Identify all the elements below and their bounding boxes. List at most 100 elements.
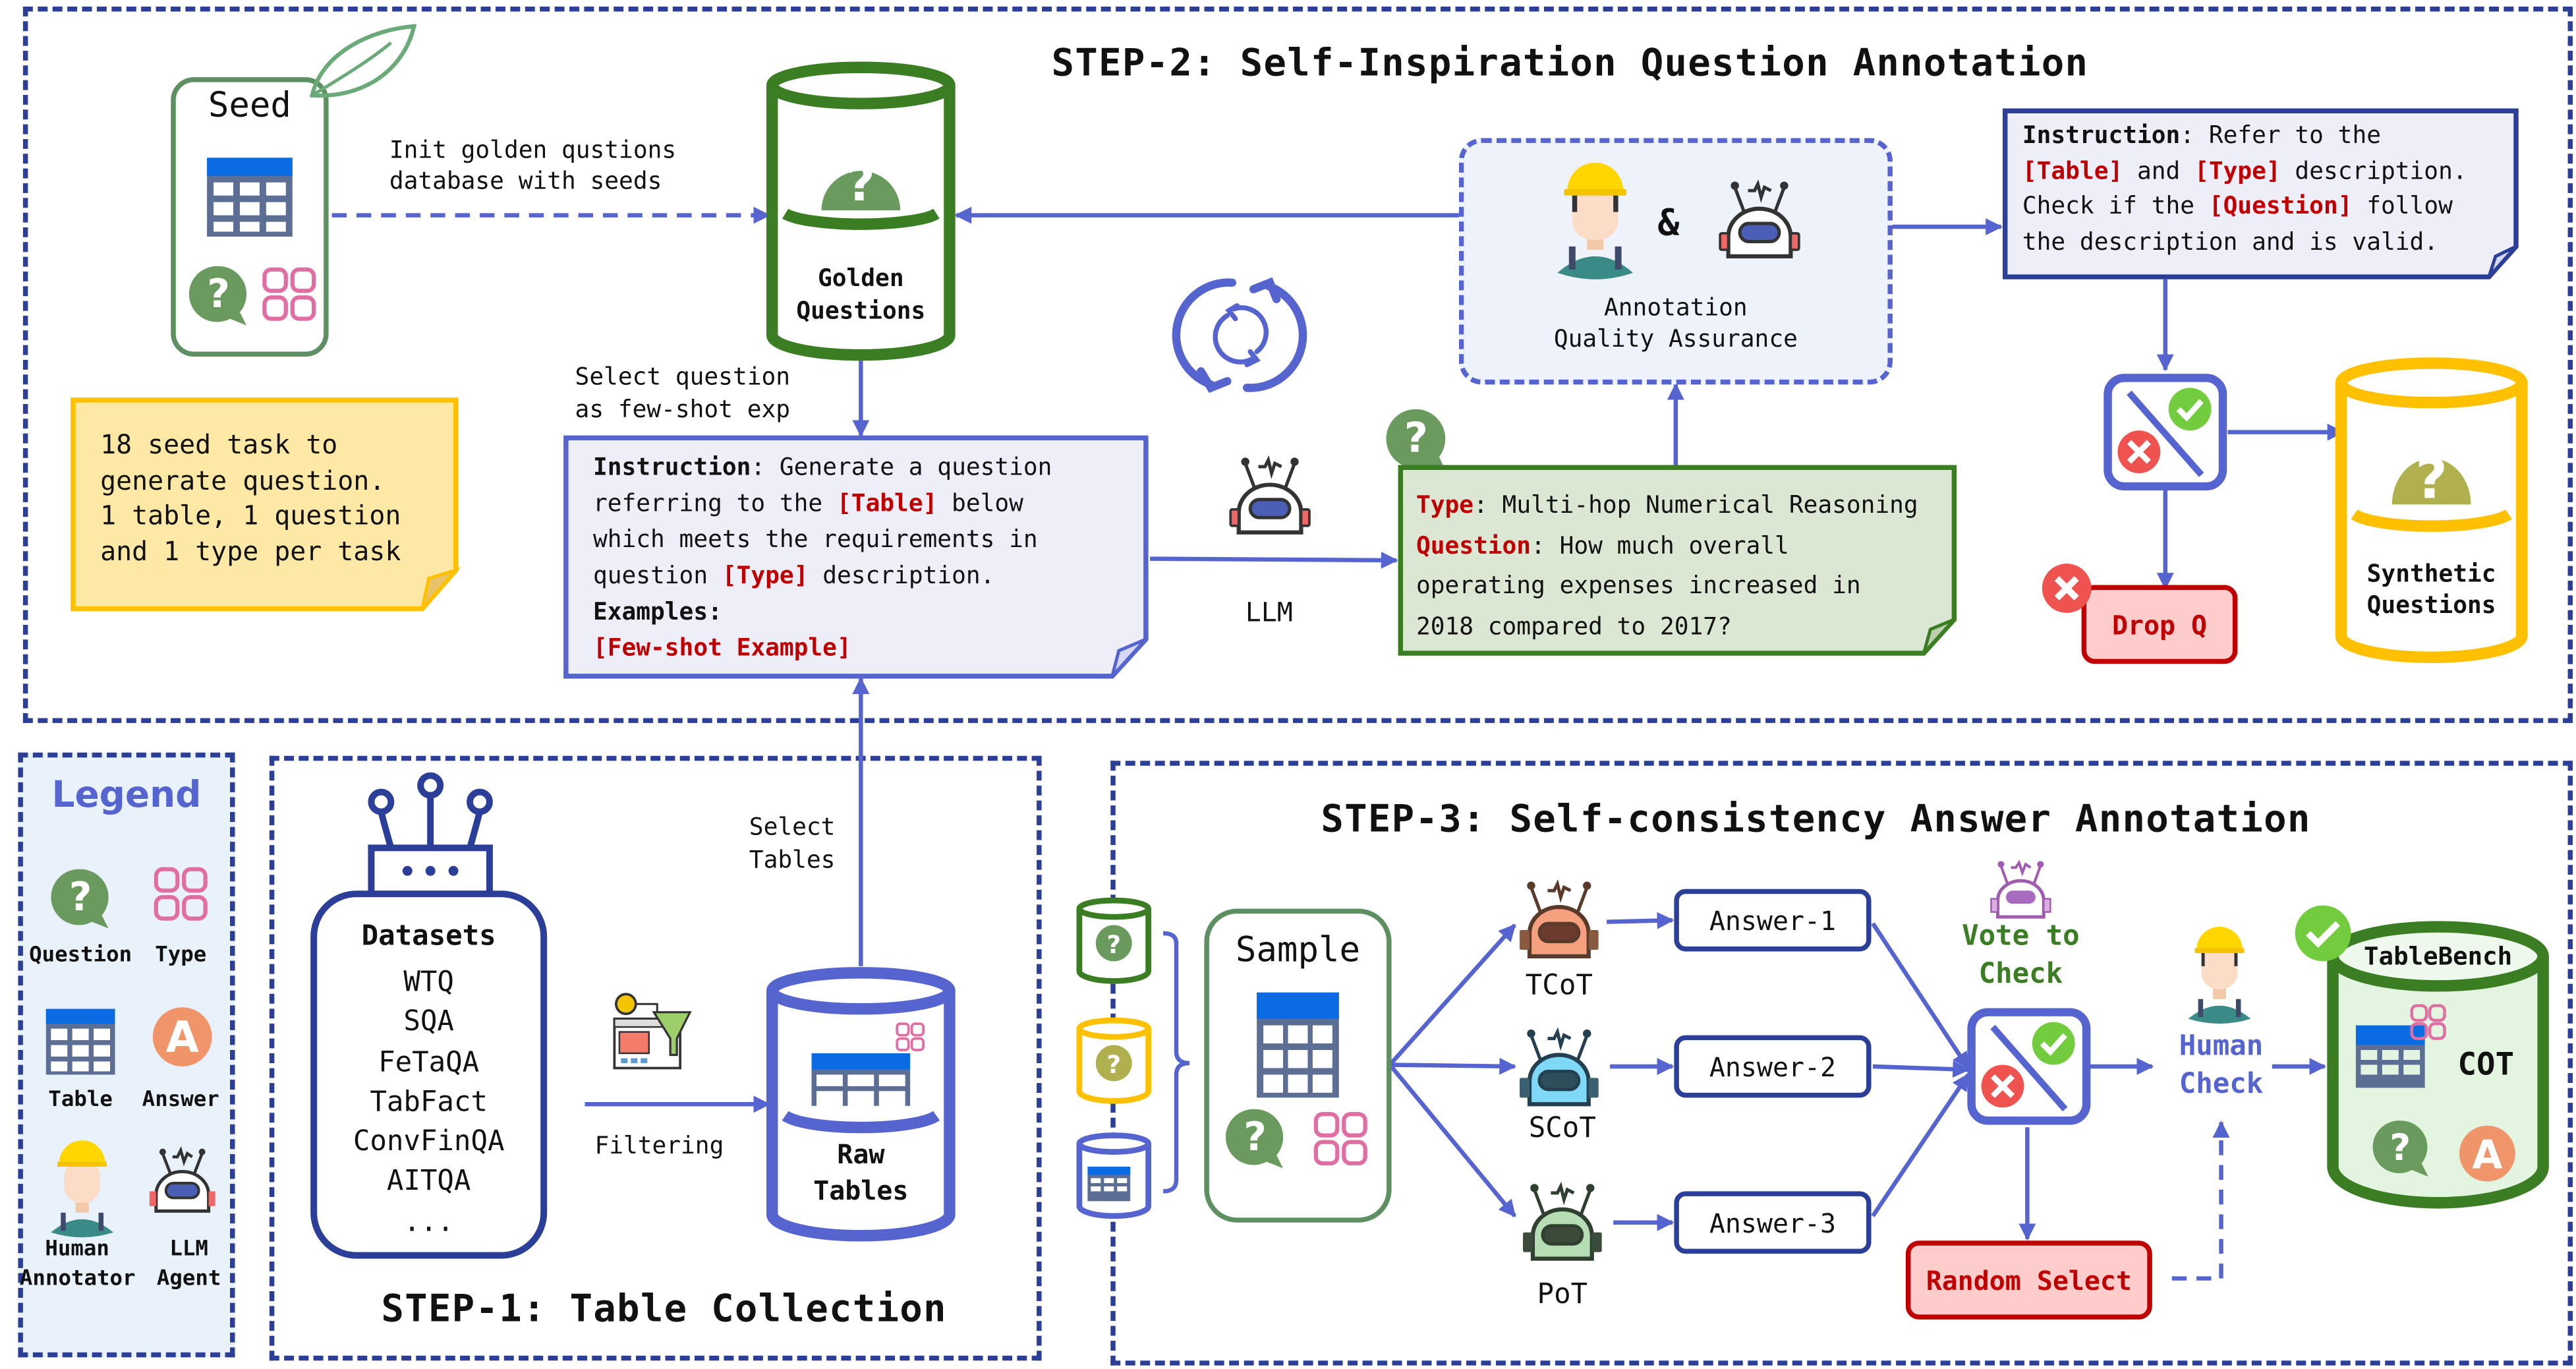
arrow-a3-to-vote xyxy=(1871,1073,1970,1217)
gen-prompt-text: which meets the requirements in xyxy=(592,527,1038,554)
svg-text:?: ? xyxy=(1404,414,1428,462)
answer-1-label: Answer-1 xyxy=(1709,904,1837,936)
sample-label: Sample xyxy=(1235,930,1361,970)
table-tag: [Table] xyxy=(836,491,938,518)
arrow-tcot-to-a1 xyxy=(1607,912,1674,929)
tablebench-label: TableBench xyxy=(2364,941,2513,972)
vote-filter-icon xyxy=(1967,1008,2091,1125)
check-prompt-text: and xyxy=(2123,158,2195,185)
dataset-item: ConvFinQA xyxy=(353,1126,505,1159)
filtering-label: Filtering xyxy=(594,1134,724,1161)
gen-prompt: Instruction: Generate a question referri… xyxy=(593,450,1052,667)
arrow-sample-to-pot xyxy=(1388,1063,1517,1217)
pot-label: PoT xyxy=(1537,1278,1588,1312)
drop-q-label: Drop Q xyxy=(2111,608,2208,641)
check-prompt-text: the description and is valid. xyxy=(2022,229,2439,256)
cot-label: COT xyxy=(2457,1047,2515,1083)
gen-prompt-text: description. xyxy=(808,564,995,590)
tcot-robot-icon xyxy=(1520,879,1599,959)
type-key: Type xyxy=(1416,492,1474,519)
svg-text:?: ? xyxy=(2390,1126,2411,1169)
ampersand: & xyxy=(1657,204,1680,245)
question-bubble-icon: ? xyxy=(51,869,109,929)
seed-note-line: 1 table, 1 question xyxy=(100,499,401,531)
dataset-item: TabFact xyxy=(370,1086,488,1119)
check-prompt-text: description. xyxy=(2280,158,2467,185)
qa-label-1: Annotation xyxy=(1604,295,1748,322)
init-label-2: database with seeds xyxy=(389,169,662,196)
generated-question: Type: Multi-hop Numerical Reasoning Ques… xyxy=(1416,486,1918,647)
llm-label: LLM xyxy=(1245,596,1293,628)
pot-robot-icon xyxy=(1523,1181,1602,1261)
question-bubble-icon: ? xyxy=(188,266,247,326)
table-icon xyxy=(1257,992,1339,1098)
vote-label-1: Vote to xyxy=(1962,920,2080,953)
human-check-label-1: Human xyxy=(2179,1030,2264,1063)
select-question-label-1: Select question xyxy=(575,364,791,392)
bracket-dbs xyxy=(1162,931,1190,1194)
check-badge-icon xyxy=(2295,905,2351,962)
human-check-label-2: Check xyxy=(2179,1068,2264,1101)
type-grid-icon xyxy=(262,267,316,321)
seed-label: Seed xyxy=(208,85,291,125)
init-label-1: Init golden qustions xyxy=(389,138,677,165)
raw-db-label-1: Raw xyxy=(837,1138,885,1171)
svg-text:?: ? xyxy=(69,874,92,920)
dataset-item: WTQ xyxy=(403,966,454,999)
instruction-key: Instruction xyxy=(592,455,751,482)
check-prompt-text: follow xyxy=(2352,194,2453,221)
check-prompt-text: : Refer to the xyxy=(2180,123,2381,150)
pipeline-diagram: STEP-2: Self-Inspiration Question Annota… xyxy=(0,0,2576,1369)
drop-q-box: Drop Q xyxy=(2081,585,2238,664)
question-bubble-icon: ? xyxy=(1225,1109,1284,1169)
synthetic-db-label-2: Questions xyxy=(2366,593,2496,620)
fewshot-tag: [Few-shot Example] xyxy=(592,635,851,662)
raw-db-label-2: Tables xyxy=(813,1175,909,1206)
gen-prompt-text: question xyxy=(592,564,722,590)
datasets-title: Datasets xyxy=(361,920,496,953)
cross-icon xyxy=(2042,564,2092,613)
dataset-item: ... xyxy=(403,1206,454,1239)
answer-3-label: Answer-3 xyxy=(1709,1207,1837,1238)
svg-text:?: ? xyxy=(1106,1050,1121,1079)
type-tag: [Type] xyxy=(2194,158,2281,185)
dataset-item: SQA xyxy=(403,1006,454,1039)
golden-db-label-2: Questions xyxy=(796,299,926,326)
gen-prompt-text: below xyxy=(937,491,1023,518)
random-select-label: Random Select xyxy=(1926,1264,2132,1296)
question-tag: [Question] xyxy=(2208,194,2353,221)
vote-label-2: Check xyxy=(1978,958,2063,991)
vote-robot-icon xyxy=(1990,859,2051,919)
seed-note-line: generate question. xyxy=(100,464,386,496)
synthetic-source-db: ? xyxy=(1076,1017,1151,1104)
answer-2-box: Answer-2 xyxy=(1674,1035,1872,1098)
tables-source-db xyxy=(1076,1132,1151,1219)
seed-note: 18 seed task to generate question. 1 tab… xyxy=(100,427,401,568)
legend-label-answer: Answer xyxy=(142,1088,219,1113)
legend-title: Legend xyxy=(51,775,202,817)
dataset-item: FeTaQA xyxy=(378,1046,480,1079)
answer-a-icon: A xyxy=(152,1007,212,1066)
seed-note-line: and 1 type per task xyxy=(100,535,401,566)
arrow-sample-to-scot xyxy=(1390,1057,1517,1075)
check-prompt-text: Check if the xyxy=(2022,194,2209,221)
svg-text:A: A xyxy=(2472,1132,2503,1179)
select-tables-label-2: Tables xyxy=(749,848,836,875)
answer-2-label: Answer-2 xyxy=(1709,1051,1837,1082)
table-tag: [Table] xyxy=(2022,158,2123,185)
instruction-key: Instruction xyxy=(2022,123,2181,150)
svg-text:?: ? xyxy=(1106,930,1121,959)
human-annotator-icon xyxy=(51,1140,114,1238)
type-grid-icon xyxy=(154,867,208,921)
select-question-label-2: as few-shot exp xyxy=(575,397,791,424)
svg-text:?: ? xyxy=(2415,446,2447,511)
validity-filter-icon xyxy=(2104,374,2227,491)
check-prompt: Instruction: Refer to the [Table] and [T… xyxy=(2022,120,2467,261)
llm-robot-icon xyxy=(149,1146,215,1213)
step1-title: STEP-1: Table Collection xyxy=(381,1288,947,1331)
examples-key: Examples: xyxy=(592,599,722,626)
qa-label-2: Quality Assurance xyxy=(1553,327,1798,353)
llm-robot-icon xyxy=(1719,179,1800,259)
table-icon xyxy=(207,158,293,237)
human-annotator-icon xyxy=(1557,162,1634,279)
